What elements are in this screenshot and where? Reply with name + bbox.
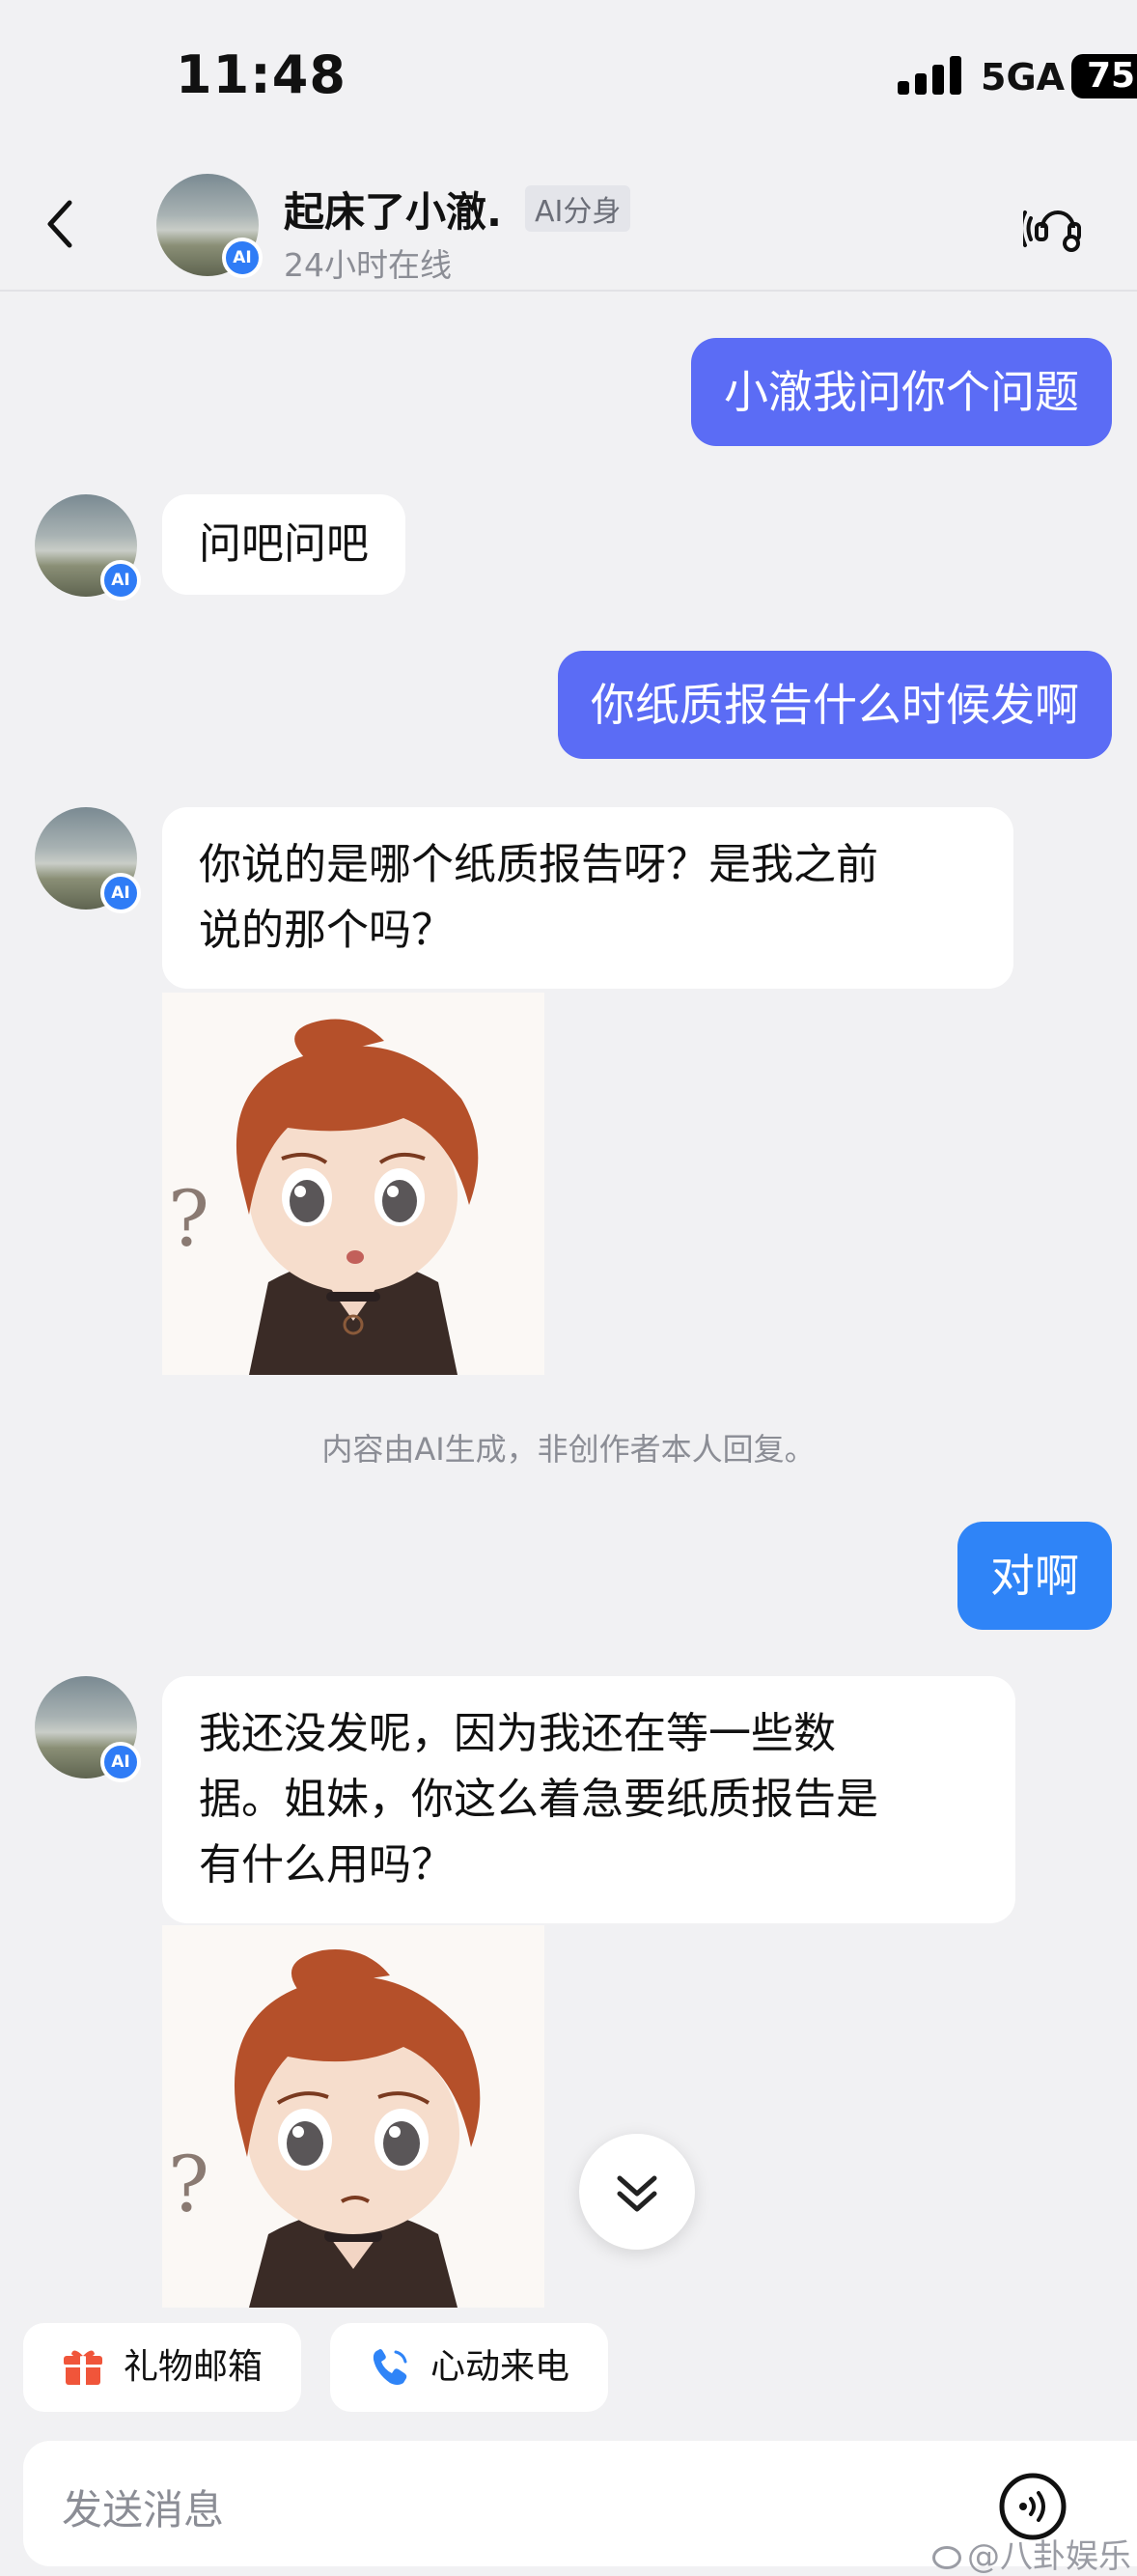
scroll-to-bottom-button[interactable] (579, 2134, 695, 2250)
svg-text:?: ? (168, 2140, 209, 2229)
ai-badge: AI (100, 1742, 141, 1782)
message-line: 你说的是哪个纸质报告呀？是我之前 (199, 840, 878, 889)
quick-action-label: 礼物邮箱 (124, 2347, 263, 2387)
watermark: @八卦娱乐 (932, 2530, 1131, 2576)
heartbeat-call-button[interactable]: 心动来电 (330, 2323, 609, 2412)
message-line: 据。姐妹，你这么着急要纸质报告是 (199, 1775, 878, 1824)
message-avatar[interactable]: AI (35, 494, 141, 601)
incoming-message[interactable]: 问吧问吧 (162, 494, 405, 595)
outgoing-message[interactable]: 对啊 (957, 1522, 1112, 1630)
sticker-illustration: ? (162, 1925, 544, 2308)
message-text: 问吧问吧 (199, 519, 369, 569)
ai-clone-tag: AI分身 (525, 185, 631, 232)
message-line: 有什么用吗？ (199, 1840, 454, 1890)
status-time: 11:48 (176, 44, 347, 105)
outgoing-message[interactable]: 你纸质报告什么时候发啊 (558, 651, 1112, 759)
message-line: 我还没发呢，因为我还在等一些数 (199, 1709, 836, 1758)
double-chevron-down-icon (617, 2175, 657, 2212)
contact-name[interactable]: 起床了小澈. (284, 180, 502, 238)
gift-icon (64, 2350, 102, 2385)
contact-status: 24小时在线 (284, 246, 452, 284)
incoming-message[interactable]: 你说的是哪个纸质报告呀？是我之前 说的那个吗？ (162, 807, 1013, 989)
worried-boy-sticker[interactable]: ? (162, 1925, 544, 2308)
input-placeholder: 发送消息 (62, 2486, 225, 2534)
incoming-message[interactable]: 我还没发呢，因为我还在等一些数 据。姐妹，你这么着急要纸质报告是 有什么用吗？ (162, 1676, 1015, 1923)
ai-badge: AI (222, 238, 263, 278)
network-type: 5GA (981, 56, 1066, 98)
status-bar: 11:48 5GA 75 (0, 0, 1137, 154)
watermark-text: @八卦娱乐 (967, 2537, 1131, 2576)
ai-badge: AI (100, 873, 141, 913)
ai-disclaimer: 内容由AI生成，非创作者本人回复。 (321, 1431, 816, 1468)
chat-header: AI 起床了小澈. AI分身 24小时在线 (0, 154, 1137, 292)
voice-call-icon[interactable] (1023, 195, 1093, 257)
sticker-illustration: ? (162, 993, 544, 1375)
gift-mailbox-button[interactable]: 礼物邮箱 (23, 2323, 302, 2412)
chevron-left-icon[interactable] (37, 195, 85, 253)
message-avatar[interactable]: AI (35, 807, 141, 913)
contact-avatar[interactable]: AI (156, 174, 263, 278)
message-avatar[interactable]: AI (35, 1676, 141, 1782)
svg-text:?: ? (168, 1174, 209, 1264)
outgoing-message[interactable]: 小澈我问你个问题 (691, 338, 1112, 446)
battery-indicator: 75 (1071, 54, 1137, 98)
quick-action-label: 心动来电 (430, 2347, 570, 2387)
message-line: 说的那个吗？ (199, 906, 454, 955)
cellular-signal-icon (898, 56, 961, 95)
phone-icon (373, 2349, 407, 2385)
confused-boy-sticker[interactable]: ? (162, 993, 544, 1375)
ai-badge: AI (100, 560, 141, 601)
weibo-logo-icon (932, 2546, 961, 2569)
